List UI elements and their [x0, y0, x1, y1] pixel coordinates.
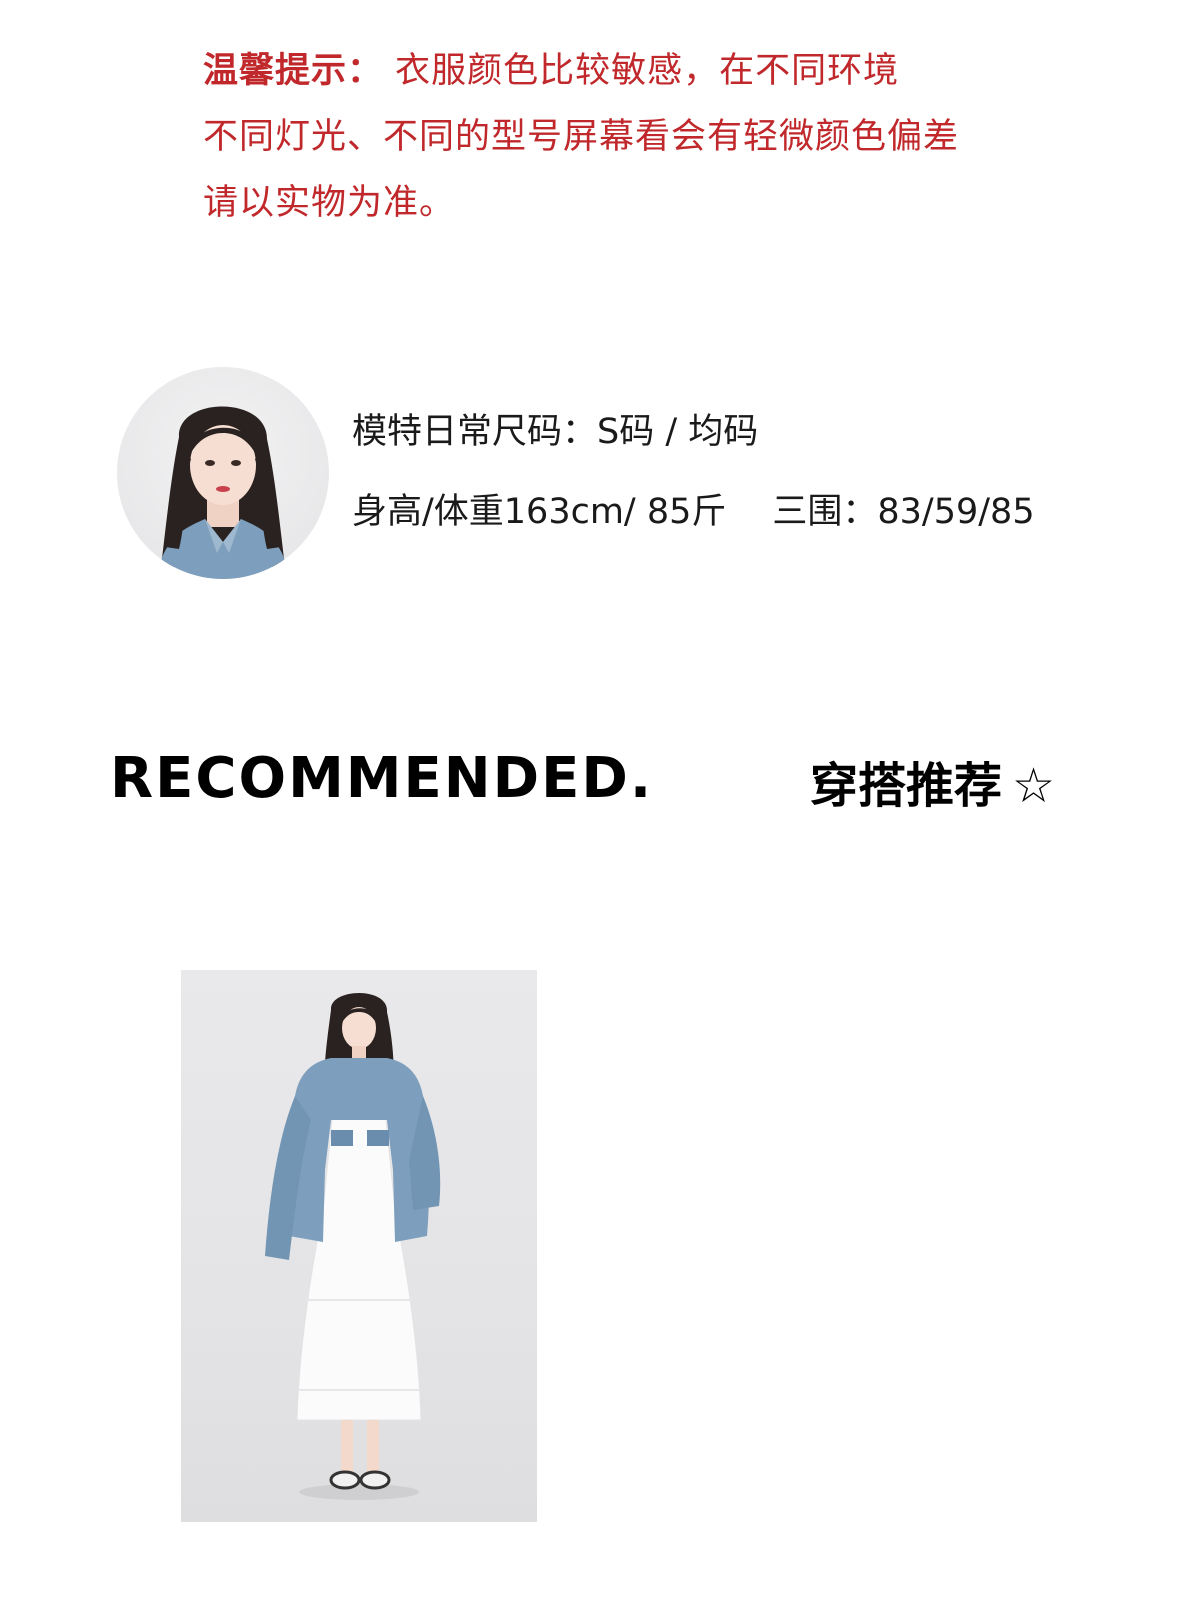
model-bust-waist-hip: 三围：83/59/85	[772, 492, 1035, 532]
color-notice: 温馨提示： 衣服颜色比较敏感，在不同环境 不同灯光、不同的型号屏幕看会有轻微颜色…	[203, 38, 959, 236]
notice-label: 温馨提示：	[203, 51, 384, 91]
recommended-heading: RECOMMENDED.	[110, 746, 654, 811]
notice-line-1: 温馨提示： 衣服颜色比较敏感，在不同环境	[203, 38, 959, 104]
outfit-photo	[181, 970, 537, 1522]
recommended-heading-cn: 穿搭推荐 ☆	[810, 746, 1055, 816]
model-height-weight: 身高/体重163cm/ 85斤	[352, 492, 727, 532]
star-icon: ☆	[1012, 758, 1056, 814]
notice-line-2: 不同灯光、不同的型号屏幕看会有轻微颜色偏差	[203, 117, 960, 157]
model-measurements: 身高/体重163cm/ 85斤 三围：83/59/85	[352, 483, 1035, 534]
recommend-cn-label: 穿搭推荐	[810, 758, 1003, 814]
model-size-info: 模特日常尺码：S码 / 均码	[352, 412, 759, 452]
notice-line-3: 请以实物为准。	[203, 183, 456, 223]
model-avatar	[117, 367, 329, 579]
notice-text-1: 衣服颜色比较敏感，在不同环境	[383, 51, 900, 91]
